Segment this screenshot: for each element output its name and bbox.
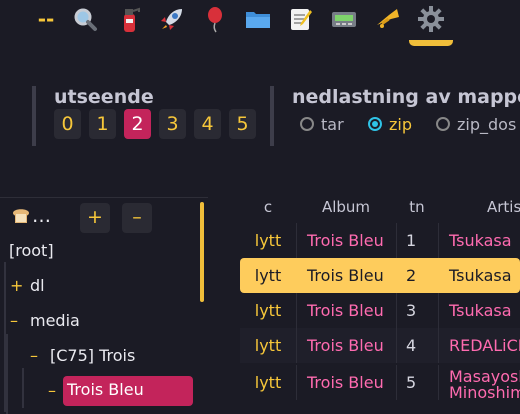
radio-zip-dos-label: zip_dos [457, 114, 517, 134]
theme-option-5[interactable]: 5 [229, 109, 256, 139]
play-link[interactable]: lytt [240, 223, 296, 258]
tree-node-label: media [30, 311, 80, 330]
artist-cell: Masayosh Minoshim [449, 367, 520, 401]
table-row-selected[interactable]: lytt Trois Bleu 2 Tsukasa [240, 258, 520, 293]
track-number-cell: 4 [406, 336, 417, 355]
fire-extinguisher-icon[interactable] [114, 4, 144, 34]
table-row[interactable]: lytt Trois Bleu 3 Tsukasa [240, 293, 520, 328]
tree-node-label: dl [30, 276, 45, 295]
column-header-tn[interactable]: tn [396, 193, 438, 221]
bread-icon [10, 205, 32, 230]
tree-title-button[interactable]: … [10, 205, 51, 230]
tree-node-toggle[interactable]: + [10, 273, 30, 299]
tree-node-dl[interactable]: + dl [10, 273, 45, 299]
balloon-icon[interactable] [200, 4, 230, 34]
album-cell: Trois Bleu [307, 373, 384, 392]
radio-zip-dos[interactable]: zip_dos [436, 111, 516, 137]
tree-scrollbar[interactable] [200, 202, 204, 302]
tree-node-toggle[interactable]: – [30, 343, 50, 369]
radio-zip[interactable]: zip [368, 111, 412, 137]
theme-option-1[interactable]: 1 [89, 109, 116, 139]
download-panel: nedlastning av mappe tar zip zip_dos [270, 86, 520, 146]
artist-cell: Tsukasa [449, 266, 512, 285]
play-link[interactable]: lytt [240, 328, 296, 363]
tree-expand-button[interactable]: + [80, 203, 110, 233]
track-number-cell: 3 [406, 301, 417, 320]
trumpet-icon[interactable] [372, 4, 402, 34]
artist-cell: REDALiCE [449, 336, 520, 355]
pager-icon[interactable] [329, 4, 359, 34]
theme-option-3[interactable]: 3 [159, 109, 186, 139]
album-cell: Trois Bleu [307, 231, 384, 250]
tree-guide-line [22, 368, 24, 408]
play-link[interactable]: lytt [240, 365, 296, 400]
gear-icon[interactable] [416, 4, 446, 34]
radio-tar[interactable]: tar [300, 111, 344, 137]
table-row[interactable]: lytt Trois Bleu 5 Masayosh Minoshim [240, 365, 520, 400]
folder-tree: … + – [root] + dl – media – [C75] Trois – T… [0, 197, 208, 414]
tree-node-trois-bleu[interactable]: Trois Bleu [63, 376, 193, 406]
play-link[interactable]: lytt [240, 258, 296, 293]
radio-dot [368, 117, 382, 131]
column-header-c[interactable]: c [240, 193, 296, 221]
tree-header: … + – [0, 198, 208, 236]
tree-node-root[interactable]: [root] [0, 238, 54, 264]
tree-node-media[interactable]: – media [10, 308, 80, 334]
rocket-icon[interactable] [157, 4, 187, 34]
memo-icon[interactable] [286, 4, 316, 34]
track-number-cell: 5 [406, 373, 417, 392]
radio-dot [436, 117, 450, 131]
track-number-cell: 1 [406, 231, 417, 250]
tree-node-c75-trois[interactable]: – [C75] Trois [30, 343, 135, 369]
column-header-artist[interactable]: Artis [438, 193, 520, 221]
active-tab-indicator [409, 40, 453, 46]
radio-tar-label: tar [321, 114, 344, 134]
play-link[interactable]: lytt [240, 293, 296, 328]
album-cell: Trois Bleu [307, 336, 384, 355]
toolbar: -- [0, 0, 520, 46]
table-row[interactable]: lytt Trois Bleu 4 REDALiCE [240, 328, 520, 363]
tree-collapse-button[interactable]: – [122, 203, 152, 233]
album-cell: Trois Bleu [307, 266, 384, 285]
ops-toggle-button[interactable]: -- [36, 5, 56, 35]
tree-title-suffix: … [32, 205, 51, 227]
table-row[interactable]: lytt Trois Bleu 1 Tsukasa [240, 223, 520, 258]
column-header-album[interactable]: Album [296, 193, 396, 221]
tree-node-label: [root] [9, 241, 54, 260]
tree-node-toggle[interactable]: – [10, 308, 30, 334]
artist-cell: Tsukasa [449, 231, 512, 250]
album-cell: Trois Bleu [307, 301, 384, 320]
artist-cell: Tsukasa [449, 301, 512, 320]
download-label: nedlastning av mappe [292, 86, 520, 108]
theme-panel: utseende 0 1 2 3 4 5 [32, 86, 266, 146]
folder-icon[interactable] [243, 4, 273, 34]
radio-dot [300, 117, 314, 131]
search-icon[interactable] [70, 4, 100, 34]
file-table: c Album tn Artis lytt Trois Bleu 1 Tsuka… [240, 193, 520, 400]
tree-guide-line [6, 334, 8, 414]
theme-label: utseende [54, 86, 154, 108]
track-number-cell: 2 [406, 266, 417, 285]
tree-node-label: [C75] Trois [50, 346, 136, 365]
theme-option-4[interactable]: 4 [194, 109, 221, 139]
radio-zip-label: zip [389, 114, 412, 134]
theme-option-2[interactable]: 2 [124, 109, 151, 139]
theme-option-0[interactable]: 0 [54, 109, 81, 139]
